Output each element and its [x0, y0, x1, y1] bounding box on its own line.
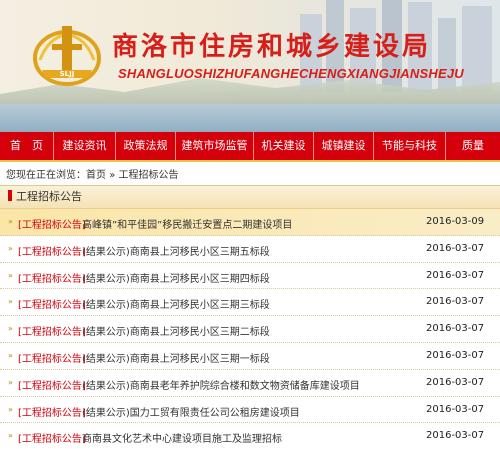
item-title-link[interactable]: (结果公示)商南县老年养护院综合楼和数文物资储备库建设项目 — [82, 377, 360, 392]
item-date: 2016-03-07 — [426, 376, 485, 388]
announcement-panel: 工程招标公告 » [工程招标公告] 高峰镇”和平佳园”移民搬迁安置点二期建设项目… — [0, 185, 500, 445]
double-chevron-icon: » — [8, 377, 13, 387]
item-date: 2016-03-07 — [426, 403, 485, 415]
breadcrumb: 您现在正在浏览：首页 » 工程招标公告 — [6, 166, 179, 181]
river-graphic — [0, 104, 500, 132]
nav-item-policy[interactable]: 政策法规 — [116, 132, 176, 160]
header-banner: SLJJ 商洛市住房和城乡建设局 SHANGLUOSHIZHUFANGHECHE… — [0, 0, 500, 132]
item-category[interactable]: [工程招标公告] — [18, 323, 86, 338]
breadcrumb-current: 工程招标公告 — [118, 170, 179, 181]
svg-text:SLJJ: SLJJ — [60, 70, 75, 78]
nav-item-market[interactable]: 建筑市场监管 — [176, 132, 254, 160]
list-item[interactable]: » [工程招标公告] 商南县文化艺术中心建设项目施工及监理招标 2016-03-… — [0, 423, 500, 449]
site-title: 商洛市住房和城乡建设局 — [112, 32, 432, 62]
list-item[interactable]: » [工程招标公告] (结果公示)商南县上河移民小区三期三标段 2016-03-… — [0, 289, 500, 317]
item-title-link[interactable]: (结果公示)商南县上河移民小区三期三标段 — [82, 296, 270, 311]
item-title-link[interactable]: (结果公示)商南县上河移民小区三期二标段 — [82, 323, 270, 338]
site-title-pinyin: SHANGLUOSHIZHUFANGHECHENGXIANGJIANSHEJU — [118, 66, 464, 81]
breadcrumb-home-link[interactable]: 首页 — [86, 170, 106, 181]
main-nav: 首 页 建设资讯 政策法规 建筑市场监管 机关建设 城镇建设 节能与科技 质量 — [0, 132, 500, 162]
list-item[interactable]: » [工程招标公告] (结果公示)商南县老年养护院综合楼和数文物资储备库建设项目… — [0, 370, 500, 397]
item-category[interactable]: [工程招标公告] — [18, 216, 86, 231]
double-chevron-icon: » — [8, 350, 13, 360]
double-chevron-icon: » — [8, 297, 13, 307]
item-date: 2016-03-07 — [426, 296, 485, 308]
item-title-link[interactable]: 高峰镇”和平佳园”移民搬迁安置点二期建设项目 — [82, 216, 292, 231]
item-title-link[interactable]: (结果公示)国力工贸有限责任公司公租房建设项目 — [82, 404, 300, 419]
item-category[interactable]: [工程招标公告] — [18, 296, 86, 311]
double-chevron-icon: » — [8, 270, 13, 280]
item-title-link[interactable]: (结果公示)商南县上河移民小区三期四标段 — [82, 270, 270, 285]
building-graphic — [462, 6, 492, 92]
item-date: 2016-03-07 — [426, 242, 485, 254]
panel-header: 工程招标公告 — [0, 186, 500, 209]
item-category[interactable]: [工程招标公告] — [18, 430, 86, 445]
panel-marker-icon — [8, 190, 12, 201]
item-date: 2016-03-07 — [426, 349, 485, 361]
item-title-link[interactable]: 商南县文化艺术中心建设项目施工及监理招标 — [82, 430, 282, 445]
item-category[interactable]: [工程招标公告] — [18, 270, 86, 285]
item-category[interactable]: [工程招标公告] — [18, 404, 86, 419]
item-category[interactable]: [工程招标公告] — [18, 243, 86, 258]
item-date: 2016-03-07 — [426, 269, 485, 281]
item-title-link[interactable]: (结果公示)商南县上河移民小区三期一标段 — [82, 350, 270, 365]
nav-item-energy[interactable]: 节能与科技 — [374, 132, 446, 160]
double-chevron-icon: » — [8, 217, 13, 226]
item-category[interactable]: [工程招标公告] — [18, 350, 86, 365]
emblem-logo-icon: SLJJ — [33, 26, 101, 86]
double-chevron-icon: » — [8, 243, 13, 253]
list-item[interactable]: » [工程招标公告] (结果公示)商南县上河移民小区三期一标段 2016-03-… — [0, 343, 500, 370]
nav-item-urban[interactable]: 城镇建设 — [314, 132, 374, 160]
item-title-link[interactable]: (结果公示)商南县上河移民小区三期五标段 — [82, 243, 270, 258]
item-date: 2016-03-07 — [426, 323, 485, 335]
item-date: 2016-03-09 — [426, 216, 485, 227]
breadcrumb-prefix: 您现在正在浏览： — [6, 170, 86, 181]
double-chevron-icon: » — [8, 404, 13, 414]
double-chevron-icon: » — [8, 324, 13, 334]
list-item[interactable]: » [工程招标公告] (结果公示)商南县上河移民小区三期四标段 2016-03-… — [0, 263, 500, 290]
list-item[interactable]: » [工程招标公告] (结果公示)商南县上河移民小区三期二标段 2016-03-… — [0, 316, 500, 343]
nav-item-home[interactable]: 首 页 — [0, 132, 54, 160]
panel-title: 工程招标公告 — [16, 190, 82, 203]
list-item[interactable]: » [工程招标公告] 高峰镇”和平佳园”移民搬迁安置点二期建设项目 2016-0… — [0, 209, 500, 236]
list-item[interactable]: » [工程招标公告] (结果公示)商南县上河移民小区三期五标段 2016-03-… — [0, 236, 500, 263]
breadcrumb-separator: » — [109, 170, 116, 181]
nav-item-quality[interactable]: 质量 — [446, 132, 500, 160]
item-category[interactable]: [工程招标公告] — [18, 377, 86, 392]
nav-item-news[interactable]: 建设资讯 — [54, 132, 116, 160]
nav-item-organ[interactable]: 机关建设 — [254, 132, 314, 160]
list-item[interactable]: » [工程招标公告] (结果公示)国力工贸有限责任公司公租房建设项目 2016-… — [0, 397, 500, 424]
